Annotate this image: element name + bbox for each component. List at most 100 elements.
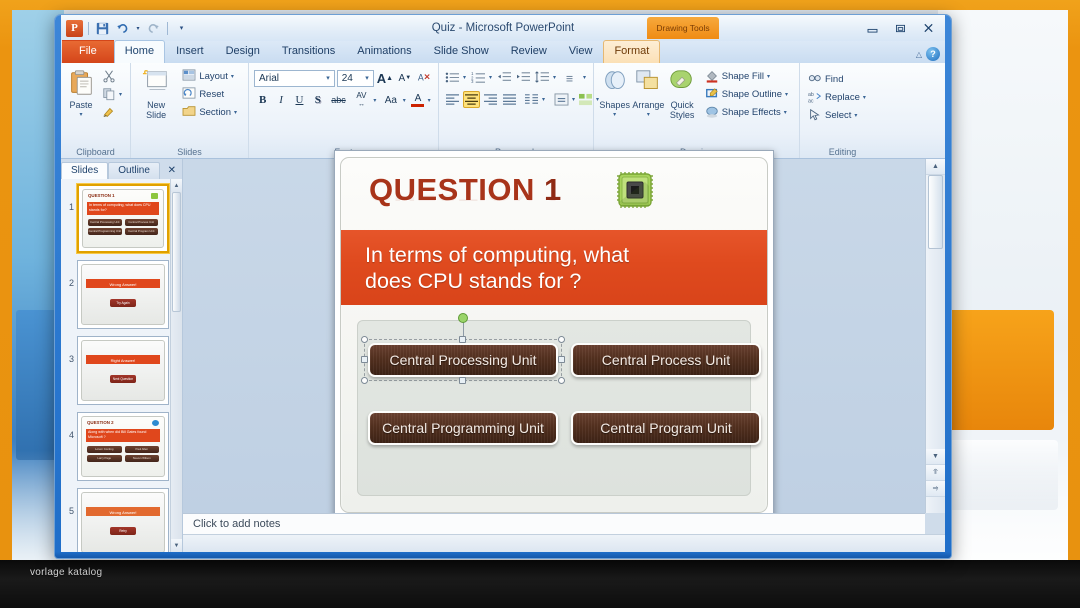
next-slide-button[interactable]: ⥤	[926, 481, 945, 497]
rotation-handle[interactable]	[458, 313, 468, 323]
list-item[interactable]: 4 QUESTION 2 Along with when did Bill Ga…	[63, 412, 178, 481]
customize-qat-icon[interactable]: ▾	[173, 20, 190, 37]
shape-fill-button[interactable]: Shape Fill ▾	[702, 68, 794, 84]
restore-button[interactable]	[887, 20, 913, 37]
minimize-button[interactable]	[859, 20, 885, 37]
select-dropdown-icon[interactable]: ▾	[854, 112, 860, 119]
scroll-up-arrow-icon[interactable]: ▲	[171, 179, 182, 192]
layout-button[interactable]: Layout ▾	[179, 68, 243, 84]
text-shadow-button[interactable]: S	[309, 91, 326, 109]
close-panel-icon[interactable]: ✕	[162, 163, 182, 179]
font-color-dropdown-icon[interactable]: ▾	[428, 97, 433, 104]
convert-to-smartart-icon[interactable]	[577, 91, 594, 108]
undo-icon[interactable]	[114, 20, 131, 37]
scrollbar-thumb[interactable]	[928, 175, 943, 249]
redo-icon[interactable]	[145, 20, 162, 37]
font-color-button[interactable]: A	[409, 91, 426, 109]
change-case-dropdown-icon[interactable]: ▾	[403, 97, 408, 104]
align-text-dropdown-icon[interactable]: ▾	[572, 96, 575, 103]
current-slide[interactable]: QUESTION 1 QUESTION 1	[334, 150, 774, 522]
character-spacing-button[interactable]: AV↔	[350, 91, 372, 109]
tab-slides[interactable]: Slides	[61, 162, 108, 179]
columns-dropdown-icon[interactable]: ▾	[542, 96, 545, 103]
tab-transitions[interactable]: Transitions	[271, 40, 346, 63]
resize-handle-top-center[interactable]	[459, 336, 466, 343]
reset-button[interactable]: Reset	[179, 86, 243, 102]
line-spacing-icon[interactable]	[534, 69, 551, 86]
resize-handle-top-left[interactable]	[361, 336, 368, 343]
tab-view[interactable]: View	[558, 40, 604, 63]
resize-handle-bottom-right[interactable]	[558, 377, 565, 384]
section-button[interactable]: Section ▾	[179, 104, 243, 120]
tab-animations[interactable]: Animations	[346, 40, 422, 63]
paste-dropdown-icon[interactable]: ▾	[79, 110, 82, 120]
text-direction-icon[interactable]: III	[564, 69, 581, 86]
slide-scrollbar[interactable]: ▲ ▼ ⥣ ⥤	[925, 159, 945, 513]
resize-handle-top-right[interactable]	[558, 336, 565, 343]
cut-button[interactable]	[99, 68, 125, 84]
resize-handle-middle-left[interactable]	[361, 356, 368, 363]
tab-insert[interactable]: Insert	[165, 40, 215, 63]
align-left-icon[interactable]	[444, 91, 461, 108]
decrease-font-size-button[interactable]: A▼	[396, 69, 413, 87]
font-size-combobox[interactable]: 24 ▾	[337, 70, 374, 87]
thumbnail-slide-5[interactable]: Wrong Answer! Retry	[77, 488, 169, 552]
tab-review[interactable]: Review	[500, 40, 558, 63]
slide-canvas[interactable]: QUESTION 1 QUESTION 1	[183, 159, 925, 513]
quick-styles-button[interactable]: Quick Styles	[666, 66, 697, 120]
underline-button[interactable]: U	[291, 91, 308, 109]
strikethrough-button[interactable]: abc	[328, 91, 350, 109]
numbering-dropdown-icon[interactable]: ▾	[489, 74, 494, 81]
list-item[interactable]: 5 Wrong Answer! Retry	[63, 488, 178, 552]
arrange-button[interactable]: Arrange ▾	[632, 66, 664, 120]
shape-outline-dropdown-icon[interactable]: ▾	[785, 91, 791, 98]
section-dropdown-icon[interactable]: ▾	[234, 109, 240, 116]
collapse-ribbon-icon[interactable]: △	[916, 50, 922, 59]
shape-fill-dropdown-icon[interactable]: ▾	[767, 73, 773, 80]
list-item[interactable]: 3 Right Answer! Next Question	[63, 336, 178, 405]
increase-indent-icon[interactable]	[515, 69, 532, 86]
tab-outline[interactable]: Outline	[108, 162, 160, 179]
resize-handle-bottom-center[interactable]	[459, 377, 466, 384]
scrollbar-thumb[interactable]	[172, 192, 181, 312]
tab-format[interactable]: Format	[603, 40, 660, 63]
shape-effects-dropdown-icon[interactable]: ▾	[784, 109, 790, 116]
align-text-icon[interactable]	[553, 91, 570, 108]
replace-dropdown-icon[interactable]: ▾	[863, 94, 869, 101]
shape-effects-button[interactable]: Shape Effects ▾	[702, 104, 794, 120]
bullets-dropdown-icon[interactable]: ▾	[463, 74, 468, 81]
font-name-dropdown-icon[interactable]: ▾	[324, 74, 332, 82]
help-icon[interactable]: ?	[926, 47, 940, 61]
numbering-icon[interactable]: 123	[470, 69, 487, 86]
close-button[interactable]	[915, 20, 941, 37]
answer-button-4[interactable]: Central Program Unit	[571, 411, 761, 445]
scroll-down-button[interactable]: ▼	[926, 449, 945, 465]
resize-handle-bottom-left[interactable]	[361, 377, 368, 384]
italic-button[interactable]: I	[272, 91, 289, 109]
list-item[interactable]: 1 QUESTION 1 In terms of computing, what…	[63, 184, 178, 253]
font-size-dropdown-icon[interactable]: ▾	[363, 74, 371, 82]
format-painter-button[interactable]	[99, 104, 125, 120]
shapes-dropdown-icon[interactable]: ▾	[613, 110, 616, 120]
select-button[interactable]: Select ▾	[805, 107, 872, 123]
font-name-combobox[interactable]: Arial ▾	[254, 70, 335, 87]
undo-dropdown-icon[interactable]: ▾	[134, 20, 142, 37]
tab-slide-show[interactable]: Slide Show	[423, 40, 500, 63]
increase-font-size-button[interactable]: A▲	[376, 69, 394, 87]
thumbnail-slide-3[interactable]: Right Answer! Next Question	[77, 336, 169, 405]
horizontal-scrollbar[interactable]	[183, 534, 945, 552]
copy-button[interactable]: ▾	[99, 86, 125, 102]
save-icon[interactable]	[94, 20, 111, 37]
copy-dropdown-icon[interactable]: ▾	[119, 91, 122, 98]
shape-outline-button[interactable]: Shape Outline ▾	[702, 86, 794, 102]
slides-panel-scrollbar[interactable]: ▲ ▼	[170, 179, 182, 552]
paste-button[interactable]: Paste ▾	[66, 66, 96, 120]
new-slide-button[interactable]: New Slide	[136, 66, 176, 120]
layout-dropdown-icon[interactable]: ▾	[231, 73, 237, 80]
thumbnail-slide-2[interactable]: Wrong Answer! Try Again	[77, 260, 169, 329]
columns-icon[interactable]	[523, 91, 540, 108]
previous-slide-button[interactable]: ⥣	[926, 465, 945, 481]
line-spacing-dropdown-icon[interactable]: ▾	[553, 74, 558, 81]
replace-button[interactable]: abac Replace ▾	[805, 89, 872, 105]
bullets-icon[interactable]	[444, 69, 461, 86]
